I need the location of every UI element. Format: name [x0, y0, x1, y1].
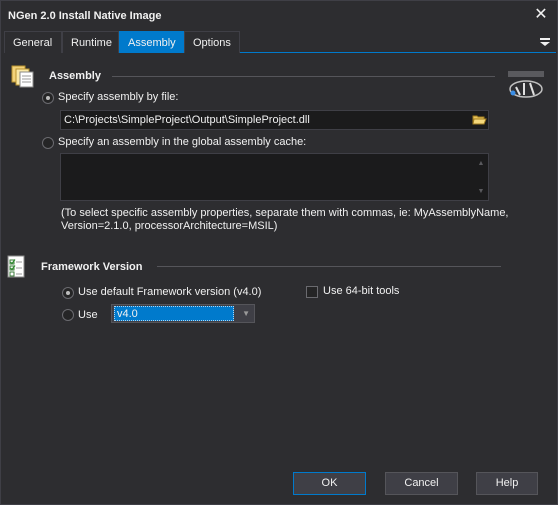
assembly-hint-line2: Version=2.1.0, processorArchitecture=MSI… [61, 220, 278, 232]
ok-button[interactable]: OK [293, 472, 366, 495]
tab-assembly[interactable]: Assembly [119, 31, 184, 53]
help-button[interactable]: Help [476, 472, 538, 495]
folder-open-icon[interactable] [471, 112, 487, 128]
tab-bar: General Runtime Assembly Options [4, 31, 556, 53]
framework-section-divider [157, 266, 501, 267]
chevron-down-icon[interactable]: ▼ [242, 307, 250, 321]
dotnet-logo-icon [504, 69, 548, 99]
tab-runtime[interactable]: Runtime [62, 31, 119, 53]
use-default-framework-label: Use default Framework version (v4.0) [78, 286, 262, 298]
scroll-up-icon[interactable]: ▲ [476, 160, 486, 168]
use-specific-framework-radio[interactable] [62, 309, 74, 321]
dialog-window: NGen 2.0 Install Native Image ✕ General … [0, 0, 558, 505]
assembly-section-header: Assembly [49, 70, 101, 82]
use-64bit-checkbox[interactable] [306, 286, 318, 298]
use-64bit-label: Use 64-bit tools [323, 285, 400, 297]
scroll-down-icon[interactable]: ▼ [476, 188, 486, 196]
assembly-section-divider [112, 76, 495, 77]
gac-assembly-input[interactable]: ▲ ▼ [60, 153, 489, 201]
close-button[interactable]: ✕ [531, 6, 551, 26]
framework-version-dropdown[interactable]: v4.0 ▼ [111, 304, 255, 323]
use-default-framework-radio[interactable] [62, 287, 74, 299]
framework-version-value: v4.0 [114, 306, 234, 321]
framework-section-header: Framework Version [41, 261, 143, 273]
hamburger-menu-icon[interactable] [538, 33, 552, 49]
specify-gac-label: Specify an assembly in the global assemb… [58, 136, 307, 148]
specify-by-file-label: Specify assembly by file: [58, 91, 179, 103]
assembly-documents-icon [10, 63, 36, 89]
use-specific-framework-label: Use [78, 309, 98, 321]
checklist-icon [7, 255, 27, 279]
specify-by-file-radio[interactable] [42, 92, 54, 104]
assembly-file-path-input[interactable]: C:\Projects\SimpleProject\Output\SimpleP… [60, 110, 489, 130]
specify-gac-radio[interactable] [42, 137, 54, 149]
tab-general[interactable]: General [4, 31, 62, 53]
tab-options[interactable]: Options [184, 31, 240, 53]
cancel-button[interactable]: Cancel [385, 472, 458, 495]
window-title: NGen 2.0 Install Native Image [8, 10, 162, 22]
title-bar: NGen 2.0 Install Native Image ✕ [1, 1, 557, 31]
assembly-hint-line1: (To select specific assembly properties,… [61, 207, 509, 219]
